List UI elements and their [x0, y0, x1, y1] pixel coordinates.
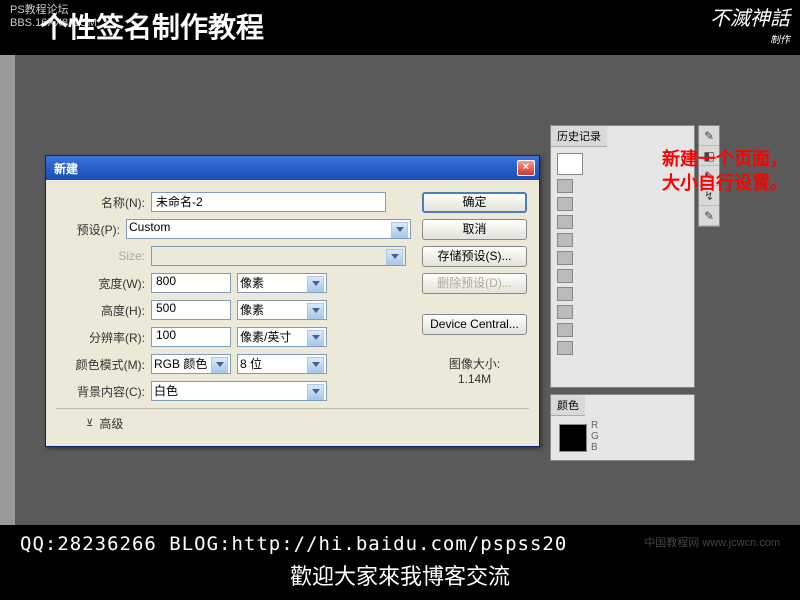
history-item[interactable]	[555, 231, 690, 249]
color-sliders: R G B	[591, 420, 599, 456]
image-size-value: 1.14M	[422, 372, 527, 386]
color-panel-body: R G B	[551, 416, 694, 460]
width-unit-select[interactable]: 像素	[237, 273, 327, 293]
chevron-down-icon	[312, 335, 320, 340]
color-mode-label: 颜色模式(M):	[56, 356, 151, 373]
chevron-down-icon	[312, 281, 320, 286]
history-step-icon	[557, 197, 573, 211]
close-icon[interactable]: ×	[517, 160, 535, 176]
history-item[interactable]	[555, 285, 690, 303]
color-mode-select[interactable]: RGB 颜色	[151, 354, 231, 374]
history-item[interactable]	[555, 249, 690, 267]
color-tab[interactable]: 颜色	[551, 395, 585, 416]
watermark: 中国教程网 www.jcwcn.com	[644, 534, 780, 550]
separator	[56, 408, 529, 409]
delete-preset-button: 删除预设(D)...	[422, 273, 527, 294]
tutorial-footer: QQ:28236266 BLOG:http://hi.baidu.com/psp…	[0, 525, 800, 600]
history-item[interactable]	[555, 339, 690, 357]
preset-label: 预设(P):	[56, 221, 126, 238]
tutorial-annotation: 新建一个页面，大小自行设置。	[662, 147, 792, 195]
width-input[interactable]: 800	[151, 273, 231, 293]
history-item[interactable]	[555, 321, 690, 339]
height-unit-select[interactable]: 像素	[237, 300, 327, 320]
g-slider[interactable]: G	[591, 431, 599, 442]
b-slider[interactable]: B	[591, 442, 599, 453]
history-step-icon	[557, 341, 573, 355]
height-label: 高度(H):	[56, 302, 151, 319]
logo-main: 不滅神話	[710, 8, 790, 30]
image-size-label: 图像大小:	[422, 355, 527, 372]
dialog-title: 新建	[50, 160, 517, 177]
preset-select[interactable]: Custom	[126, 219, 411, 239]
dialog-body: 名称(N): 未命名-2 预设(P): Custom Size: 宽度(W): …	[46, 180, 539, 446]
welcome-text: 歡迎大家來我博客交流	[20, 559, 780, 591]
advanced-toggle[interactable]: ⊻ 高级	[86, 415, 529, 432]
chevron-down-icon	[391, 254, 399, 259]
history-thumb-icon	[557, 153, 583, 175]
bg-content-select[interactable]: 白色	[151, 381, 327, 401]
history-step-icon	[557, 233, 573, 247]
advanced-label: 高级	[99, 415, 123, 432]
tutorial-header: PS教程论坛 BBS.16XX8.COM 个性签名制作教程 不滅神話 制作	[0, 0, 800, 55]
r-slider[interactable]: R	[591, 420, 599, 431]
tutorial-title: 个性签名制作教程	[40, 6, 264, 46]
canvas-edge	[0, 55, 15, 525]
cancel-button[interactable]: 取消	[422, 219, 527, 240]
history-step-icon	[557, 215, 573, 229]
history-step-icon	[557, 287, 573, 301]
resolution-label: 分辨率(R):	[56, 329, 151, 346]
new-document-dialog: 新建 × 名称(N): 未命名-2 预设(P): Custom Size: 宽度…	[45, 155, 540, 447]
ok-button[interactable]: 确定	[422, 192, 527, 213]
resolution-input[interactable]: 100	[151, 327, 231, 347]
chevron-down-icon	[312, 308, 320, 313]
height-input[interactable]: 500	[151, 300, 231, 320]
chevron-down-icon	[312, 389, 320, 394]
size-select	[151, 246, 406, 266]
color-panel: 颜色 R G B	[550, 394, 695, 461]
size-label: Size:	[56, 249, 151, 263]
dialog-buttons: 确定 取消 存储预设(S)... 删除预设(D)... Device Centr…	[422, 192, 527, 386]
photoshop-workspace: 新建 × 名称(N): 未命名-2 预设(P): Custom Size: 宽度…	[0, 55, 800, 525]
dialog-titlebar[interactable]: 新建 ×	[46, 156, 539, 180]
history-item[interactable]	[555, 213, 690, 231]
history-tab[interactable]: 历史记录	[551, 126, 607, 147]
bit-depth-select[interactable]: 8 位	[237, 354, 327, 374]
bg-content-label: 背景内容(C):	[56, 383, 151, 400]
name-input[interactable]: 未命名-2	[151, 192, 386, 212]
tool-icon[interactable]: ✎	[699, 126, 719, 146]
resolution-unit-select[interactable]: 像素/英寸	[237, 327, 327, 347]
author-logo: 不滅神話 制作	[710, 2, 790, 46]
chevron-down-icon	[396, 227, 404, 232]
name-label: 名称(N):	[56, 194, 151, 211]
history-step-icon	[557, 251, 573, 265]
image-size-info: 图像大小: 1.14M	[422, 355, 527, 386]
chevron-down-icon	[312, 362, 320, 367]
history-item[interactable]	[555, 267, 690, 285]
history-step-icon	[557, 179, 573, 193]
chevron-down-icon	[216, 362, 224, 367]
history-step-icon	[557, 305, 573, 319]
logo-sub: 制作	[710, 31, 790, 46]
history-item[interactable]	[555, 195, 690, 213]
chevron-expand-icon: ⊻	[86, 418, 93, 429]
tool-icon[interactable]: ✎	[699, 206, 719, 226]
device-central-button[interactable]: Device Central...	[422, 314, 527, 335]
foreground-swatch[interactable]	[559, 424, 587, 452]
width-label: 宽度(W):	[56, 275, 151, 292]
history-step-icon	[557, 323, 573, 337]
save-preset-button[interactable]: 存储预设(S)...	[422, 246, 527, 267]
history-step-icon	[557, 269, 573, 283]
history-item[interactable]	[555, 303, 690, 321]
